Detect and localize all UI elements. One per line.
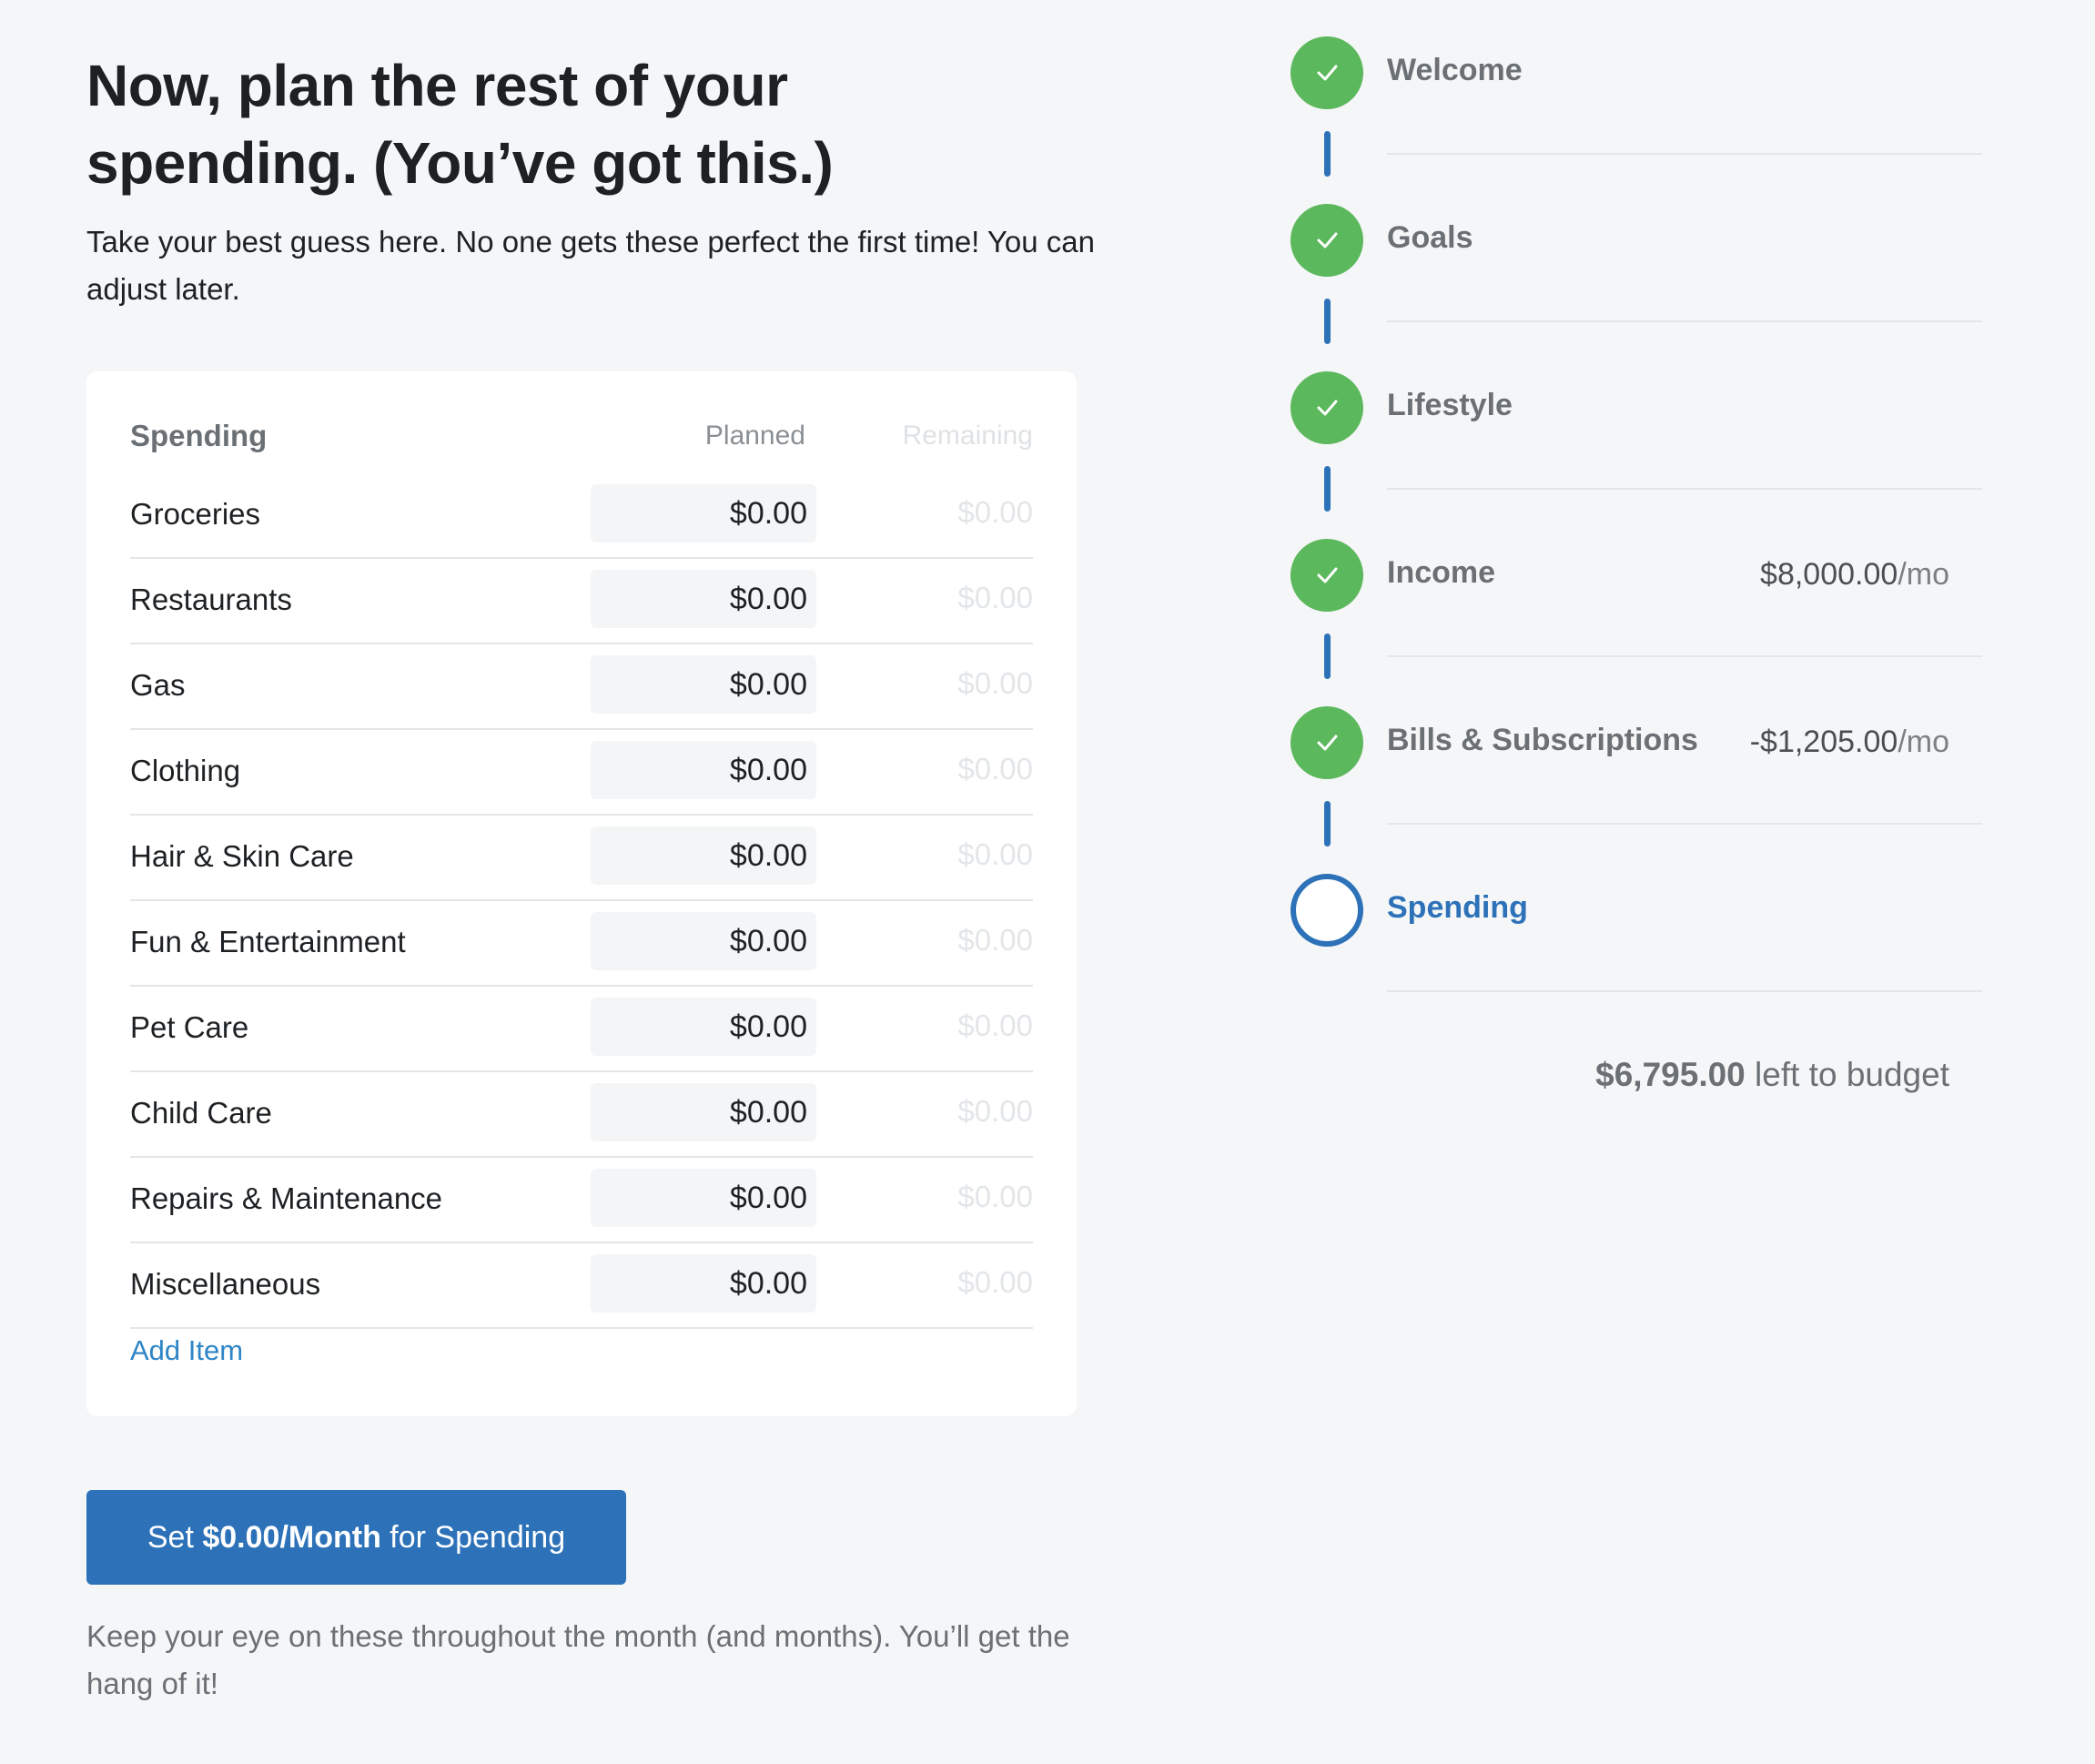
planned-amount-input[interactable]: $0.00 bbox=[591, 912, 816, 970]
step-label: Income bbox=[1387, 555, 1496, 590]
amount-unit: /mo bbox=[1898, 557, 1949, 592]
step-connector bbox=[1324, 299, 1331, 344]
check-icon bbox=[1290, 204, 1363, 277]
divider bbox=[1387, 320, 1982, 322]
step-label: Spending bbox=[1387, 890, 1528, 925]
divider bbox=[1387, 153, 1982, 155]
step-connector bbox=[1324, 634, 1331, 679]
step-connector bbox=[1324, 801, 1331, 847]
step-income: Income $8,000.00/mo bbox=[1290, 539, 1982, 706]
footnote-text: Keep your eye on these throughout the mo… bbox=[86, 1619, 1070, 1700]
step-label: Welcome bbox=[1387, 53, 1523, 87]
remaining-amount: $0.00 bbox=[957, 923, 1033, 957]
budget-amount: $6,795.00 bbox=[1595, 1056, 1746, 1093]
category-label: Restaurants bbox=[130, 583, 292, 616]
step-bills-subscriptions: Bills & Subscriptions -$1,205.00/mo bbox=[1290, 706, 1982, 874]
category-label: Hair & Skin Care bbox=[130, 839, 354, 873]
step-label: Lifestyle bbox=[1387, 388, 1513, 422]
step-connector bbox=[1324, 131, 1331, 177]
left-to-budget: $6,795.00 left to budget bbox=[1595, 1056, 1949, 1094]
step-lifestyle: Lifestyle bbox=[1290, 371, 1982, 539]
table-row: Restaurants $0.00 $0.00 bbox=[130, 559, 1033, 644]
planned-amount-input[interactable]: $0.00 bbox=[591, 570, 816, 628]
planned-amount-input[interactable]: $0.00 bbox=[591, 1083, 816, 1141]
remaining-amount: $0.00 bbox=[957, 752, 1033, 786]
category-label: Miscellaneous bbox=[130, 1267, 321, 1301]
step-spending: Spending bbox=[1290, 874, 1982, 1041]
remaining-amount: $0.00 bbox=[957, 1265, 1033, 1299]
check-icon bbox=[1290, 706, 1363, 779]
table-row: Pet Care $0.00 $0.00 bbox=[130, 987, 1033, 1072]
column-header-remaining: Remaining bbox=[902, 421, 1033, 451]
category-label: Fun & Entertainment bbox=[130, 925, 406, 958]
step-label: Bills & Subscriptions bbox=[1387, 723, 1698, 757]
amount-value: -$1,205.00 bbox=[1749, 725, 1898, 759]
remaining-amount: $0.00 bbox=[957, 837, 1033, 871]
set-spending-button[interactable]: Set $0.00/Month for Spending bbox=[86, 1490, 626, 1585]
category-label: Child Care bbox=[130, 1096, 272, 1130]
step-connector bbox=[1324, 466, 1331, 512]
table-row: Clothing $0.00 $0.00 bbox=[130, 730, 1033, 816]
remaining-amount: $0.00 bbox=[957, 1094, 1033, 1128]
table-row: Child Care $0.00 $0.00 bbox=[130, 1072, 1033, 1158]
table-row: Groceries $0.00 $0.00 bbox=[130, 473, 1033, 559]
category-label: Gas bbox=[130, 668, 186, 702]
planned-amount-input[interactable]: $0.00 bbox=[591, 484, 816, 542]
spending-rows: Groceries $0.00 $0.00 Restaurants $0.00 … bbox=[130, 473, 1033, 1329]
category-label: Pet Care bbox=[130, 1010, 249, 1044]
cta-prefix: Set bbox=[147, 1520, 203, 1555]
table-row: Gas $0.00 $0.00 bbox=[130, 644, 1033, 730]
page-title: Now, plan the rest of your spending. (Yo… bbox=[86, 53, 834, 196]
step-amount: -$1,205.00/mo bbox=[1750, 725, 1949, 760]
spending-card: Spending Planned Remaining Groceries $0.… bbox=[86, 371, 1077, 1416]
step-goals: Goals bbox=[1290, 204, 1982, 371]
progress-sidebar: Welcome Goals Lifestyle Income $8,000.00… bbox=[1290, 0, 1982, 1764]
planned-amount-input[interactable]: $0.00 bbox=[591, 741, 816, 799]
divider bbox=[1387, 990, 1982, 992]
remaining-amount: $0.00 bbox=[957, 666, 1033, 700]
table-row: Miscellaneous $0.00 $0.00 bbox=[130, 1243, 1033, 1329]
cta-amount: $0.00/Month bbox=[202, 1520, 381, 1555]
column-header-spending: Spending bbox=[130, 419, 268, 452]
current-step-circle-icon bbox=[1290, 874, 1363, 947]
planned-amount-input[interactable]: $0.00 bbox=[591, 826, 816, 885]
divider bbox=[1387, 655, 1982, 657]
cta-suffix: for Spending bbox=[380, 1520, 566, 1555]
table-header: Spending Planned Remaining bbox=[130, 408, 1033, 471]
intro-text: Take your best guess here. No one gets t… bbox=[86, 225, 1095, 306]
planned-amount-input[interactable]: $0.00 bbox=[591, 655, 816, 714]
remaining-amount: $0.00 bbox=[957, 1009, 1033, 1042]
amount-unit: /mo bbox=[1898, 725, 1949, 759]
remaining-amount: $0.00 bbox=[957, 581, 1033, 614]
budget-text: left to budget bbox=[1745, 1056, 1949, 1093]
category-label: Clothing bbox=[130, 754, 241, 787]
check-icon bbox=[1290, 371, 1363, 444]
table-row: Repairs & Maintenance $0.00 $0.00 bbox=[130, 1158, 1033, 1243]
planned-amount-input[interactable]: $0.00 bbox=[591, 998, 816, 1056]
check-icon bbox=[1290, 36, 1363, 109]
column-header-planned: Planned bbox=[704, 421, 805, 451]
planned-amount-input[interactable]: $0.00 bbox=[591, 1254, 816, 1313]
divider bbox=[1387, 823, 1982, 825]
table-row: Hair & Skin Care $0.00 $0.00 bbox=[130, 816, 1033, 901]
remaining-amount: $0.00 bbox=[957, 1180, 1033, 1213]
step-label: Goals bbox=[1387, 220, 1473, 255]
step-amount: $8,000.00/mo bbox=[1760, 557, 1949, 593]
remaining-amount: $0.00 bbox=[957, 495, 1033, 529]
planned-amount-input[interactable]: $0.00 bbox=[591, 1169, 816, 1227]
table-row: Fun & Entertainment $0.00 $0.00 bbox=[130, 901, 1033, 987]
amount-value: $8,000.00 bbox=[1760, 557, 1898, 592]
category-label: Repairs & Maintenance bbox=[130, 1181, 443, 1215]
divider bbox=[1387, 488, 1982, 490]
check-icon bbox=[1290, 539, 1363, 612]
add-item-link[interactable]: Add Item bbox=[130, 1334, 243, 1367]
category-label: Groceries bbox=[130, 497, 261, 531]
step-welcome: Welcome bbox=[1290, 36, 1982, 204]
